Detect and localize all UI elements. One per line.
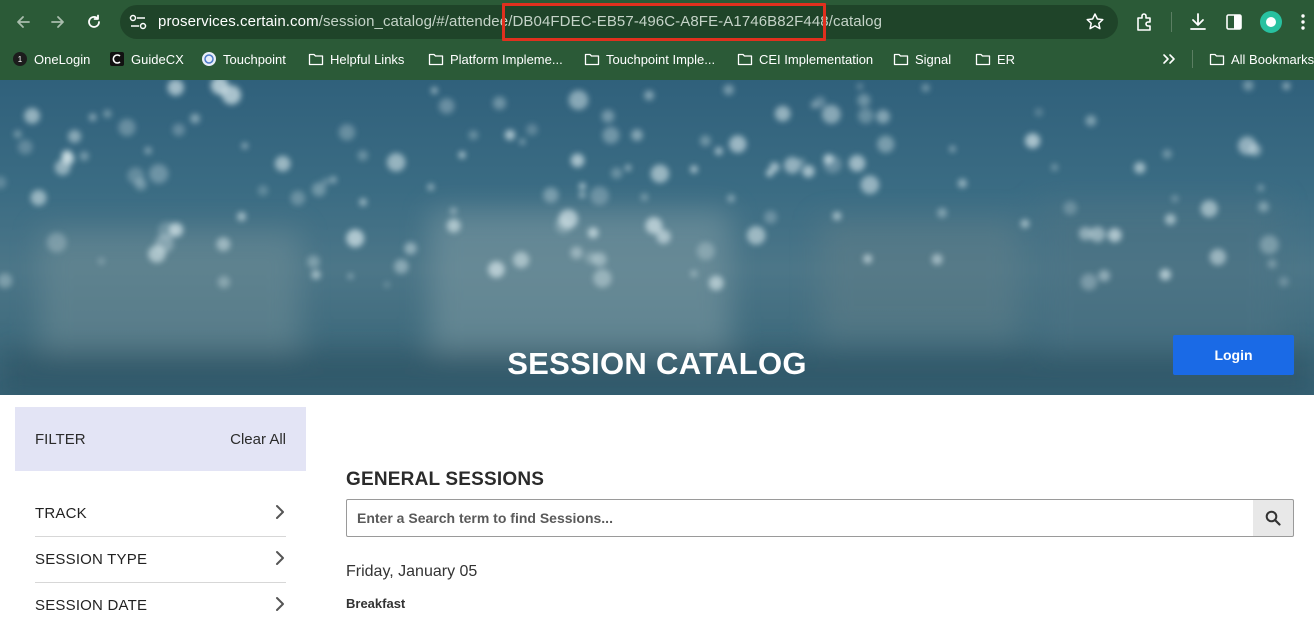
url-path-after: catalog [833,13,883,30]
url-path-before: /session_catalog/#/attendee [318,13,509,30]
bookmark-label: ER [997,51,1016,67]
url-host: proservices.certain.com [158,13,319,30]
more-menu-icon[interactable] [1298,12,1308,32]
touchpoint-icon [202,52,216,66]
section-title: GENERAL SESSIONS [346,469,545,490]
extensions-icon[interactable] [1134,11,1156,33]
site-settings-icon[interactable] [128,13,148,31]
folder-icon [893,53,909,66]
chevron-right-icon [276,505,284,519]
filter-facet-session-type[interactable]: SESSION TYPE [35,537,286,583]
session-title[interactable]: Breakfast [346,596,405,611]
url-highlight-box [502,3,826,41]
facet-label: SESSION DATE [35,597,148,614]
bookmark-item[interactable]: Helpful Links [308,50,404,68]
page-title: SESSION CATALOG [507,346,807,381]
session-search-input[interactable] [346,499,1254,537]
bookmark-item[interactable]: ER [975,50,1015,68]
hero-banner: SESSION CATALOG Login [0,80,1314,395]
profile-avatar[interactable] [1260,11,1282,33]
download-icon[interactable] [1187,11,1209,33]
chevron-right-icon [276,551,284,565]
forward-button[interactable] [46,10,70,34]
bookmarks-bar: 1 OneLogin GuideCX Touchpoint Helpful Li… [0,44,1314,74]
folder-icon [975,53,991,66]
folder-icon [428,53,444,66]
chevron-right-icon [276,597,284,611]
bookmark-item[interactable]: Touchpoint Imple... [584,50,715,68]
bookmark-label: CEI Implementation [759,51,874,67]
bookmark-label: Touchpoint [223,51,286,67]
facet-label: TRACK [35,505,87,522]
bookmark-item[interactable]: CEI Implementation [737,50,873,68]
bookmark-label: Touchpoint Imple... [606,51,716,67]
bookmark-item[interactable]: Platform Impleme... [428,50,563,68]
bookmark-item[interactable]: Touchpoint [201,50,286,68]
clear-all-link[interactable]: Clear All [230,431,286,448]
bookmark-item[interactable]: 1 OneLogin [12,50,90,68]
login-button[interactable]: Login [1173,335,1294,375]
chevron-double-right-icon[interactable] [1160,50,1178,68]
filter-header: FILTER Clear All [15,407,306,471]
bookmark-label: GuideCX [131,51,184,67]
filter-facet-track[interactable]: TRACK [35,491,286,537]
folder-icon [584,53,600,66]
folder-icon [1209,53,1225,66]
side-panel-icon[interactable] [1223,11,1245,33]
back-button[interactable] [11,10,35,34]
browser-chrome: proservices.certain.com/session_catalog/… [0,0,1314,80]
date-heading: Friday, January 05 [346,563,478,580]
all-bookmarks-label: All Bookmarks [1231,51,1314,67]
search-button[interactable] [1253,499,1294,537]
forward-arrow-icon [51,16,64,28]
svg-text:1: 1 [18,55,23,64]
all-bookmarks-button[interactable]: All Bookmarks [1209,50,1314,68]
browser-toolbar: proservices.certain.com/session_catalog/… [0,0,1314,44]
reload-button[interactable] [82,10,106,34]
facet-label: SESSION TYPE [35,551,148,568]
guidecx-icon [110,52,124,66]
bookmark-label: OneLogin [34,51,91,67]
filter-facet-session-date[interactable]: SESSION DATE [35,583,286,629]
bookmark-item[interactable]: GuideCX [109,50,184,68]
bookmarks-divider [1192,50,1193,68]
search-icon [1265,510,1281,526]
bookmark-label: Platform Impleme... [450,51,563,67]
reload-icon [88,14,100,28]
bookmark-label: Signal [915,51,952,67]
onelogin-icon: 1 [13,52,27,66]
bookmark-star-icon[interactable] [1085,12,1105,32]
folder-icon [308,53,324,66]
folder-icon [737,53,753,66]
back-arrow-icon [17,16,30,28]
toolbar-divider [1171,12,1172,32]
bookmark-item[interactable]: Signal [893,50,951,68]
filter-label: FILTER [35,431,86,448]
bookmark-label: Helpful Links [330,51,405,67]
